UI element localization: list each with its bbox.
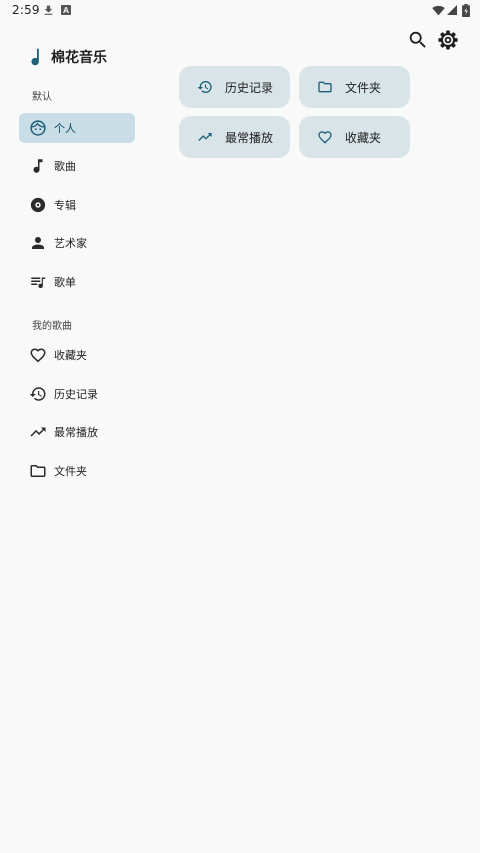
app-header: 棉花音乐 [26,44,107,70]
sidebar-item-label: 最常播放 [54,426,98,439]
sidebar-item-folders[interactable]: 文件夹 [19,456,135,486]
trending-up-icon [198,133,212,141]
sidebar-item-songs[interactable]: 歌曲 [19,151,135,181]
sidebar-item-label: 艺术家 [54,237,87,250]
sidebar-item-label: 收藏夹 [54,349,87,362]
album-icon [30,197,46,213]
app-title: 棉花音乐 [51,50,107,66]
section-label-mine: 我的歌曲 [32,321,72,332]
history-icon [197,81,212,93]
quick-card-most-played[interactable]: 最常播放 [179,116,290,158]
quick-card-history[interactable]: 历史记录 [179,66,290,108]
sidebar-item-label: 历史记录 [54,388,98,401]
folder-icon [30,465,46,477]
sidebar-item-history[interactable]: 历史记录 [19,379,135,409]
gear-icon[interactable] [437,29,459,51]
status-bar: 2:59 [0,0,480,22]
heart-icon [318,131,332,144]
sidebar-item-label: 歌单 [54,276,76,289]
wifi-icon [432,5,445,16]
history-icon [29,387,46,401]
heart-icon [30,348,46,363]
sidebar-item-label: 文件夹 [54,465,87,478]
signal-icon [447,5,457,15]
sidebar-item-artists[interactable]: 艺术家 [19,228,135,258]
sidebar-item-label: 个人 [54,122,76,135]
sidebar-item-most-played[interactable]: 最常播放 [19,417,135,447]
sidebar-item-playlists[interactable]: 歌单 [19,267,135,297]
quick-card-label: 收藏夹 [345,130,382,145]
quick-card-label: 历史记录 [225,80,274,95]
quick-card-label: 文件夹 [345,80,382,95]
music-note-icon [33,159,43,173]
music-note-icon [31,48,39,66]
sidebar-item-albums[interactable]: 专辑 [19,190,135,220]
search-icon[interactable] [407,29,429,51]
battery-icon [462,4,470,17]
sidebar-item-label: 歌曲 [54,160,76,173]
trending-up-icon [30,427,46,437]
quick-card-label: 最常播放 [225,130,274,145]
download-icon [44,5,53,15]
sidebar-item-favorites[interactable]: 收藏夹 [19,340,135,370]
font-icon [61,5,71,15]
sidebar-item-label: 专辑 [54,199,76,212]
status-time: 2:59 [12,3,40,17]
quick-card-favorites[interactable]: 收藏夹 [299,116,410,158]
playlist-icon [31,277,46,289]
person-icon [32,237,44,249]
sidebar-item-personal[interactable]: 个人 [19,113,135,143]
face-icon [30,120,46,136]
quick-card-folders[interactable]: 文件夹 [299,66,410,108]
folder-icon [318,81,332,93]
section-label-default: 默认 [32,92,52,103]
